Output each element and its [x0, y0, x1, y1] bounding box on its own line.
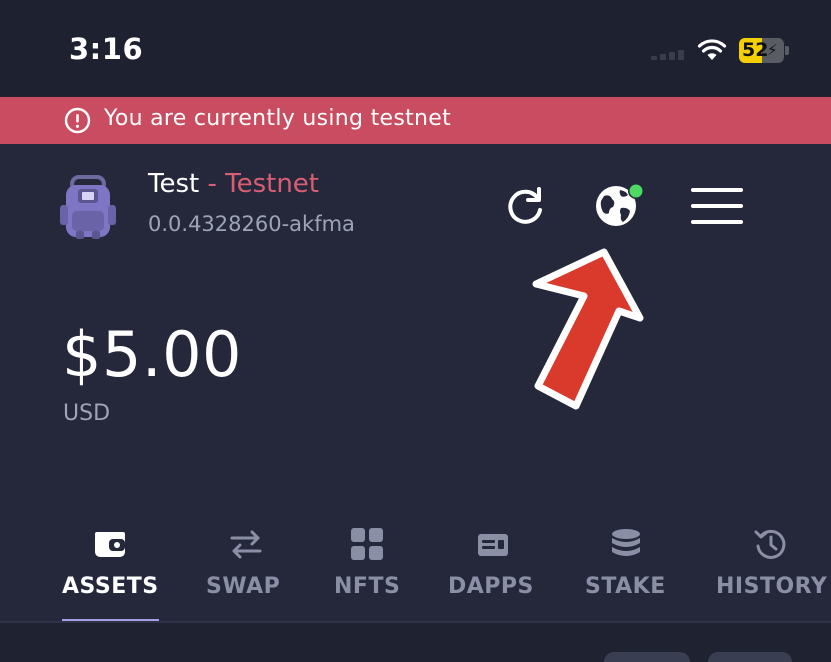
- tab-history[interactable]: HISTORY: [716, 522, 831, 622]
- balance-amount: $5.00: [62, 318, 242, 391]
- online-status-dot: [629, 184, 643, 198]
- account-network-separator: -: [199, 169, 226, 199]
- assets-list-area: [0, 623, 831, 662]
- annotation-arrow: [532, 248, 644, 410]
- tab-label-swap: SWAP: [206, 574, 281, 599]
- tab-swap[interactable]: SWAP: [206, 522, 286, 622]
- refresh-icon[interactable]: [503, 184, 547, 228]
- tab-label-dapps: DAPPS: [448, 574, 534, 599]
- account-name[interactable]: Test - Testnet: [148, 169, 319, 199]
- account-network: Testnet: [225, 169, 319, 199]
- account-id[interactable]: 0.0.4328260-akfma: [148, 212, 355, 236]
- tab-label-nfts: NFTS: [334, 574, 401, 599]
- hamburger-menu-icon[interactable]: [690, 186, 744, 226]
- alert-circle-icon: [64, 107, 91, 134]
- backpack-avatar-icon[interactable]: [58, 175, 118, 241]
- testnet-banner: You are currently using testnet: [0, 97, 831, 144]
- grid-icon: [351, 528, 383, 560]
- history-icon: [754, 529, 786, 559]
- tab-stake[interactable]: STAKE: [585, 522, 667, 622]
- cellular-signal-icon: [651, 50, 687, 60]
- swap-arrows-icon: [230, 530, 262, 559]
- battery-icon: 52 ⚡: [739, 38, 789, 63]
- status-time: 3:16: [69, 32, 144, 66]
- tab-label-assets: ASSETS: [62, 574, 159, 599]
- tab-nfts[interactable]: NFTS: [334, 522, 400, 622]
- filter-chip[interactable]: [708, 652, 792, 662]
- app-screen: 3:16 52 ⚡ You are currently using testne…: [0, 0, 831, 662]
- account-label: Test: [148, 169, 200, 199]
- wifi-icon: [697, 39, 727, 60]
- coin-stack-icon: [612, 529, 640, 556]
- tab-dapps[interactable]: DAPPS: [448, 522, 538, 622]
- dapp-card-icon: [478, 534, 508, 556]
- status-bar: 3:16 52 ⚡: [0, 0, 831, 97]
- testnet-banner-text: You are currently using testnet: [104, 106, 452, 131]
- tab-label-stake: STAKE: [585, 574, 666, 599]
- filter-chip[interactable]: [604, 652, 690, 662]
- globe-icon[interactable]: [594, 182, 646, 230]
- battery-level: 52: [742, 39, 769, 61]
- tab-assets[interactable]: ASSETS: [62, 522, 159, 622]
- wallet-icon: [95, 532, 125, 557]
- tab-label-history: HISTORY: [716, 574, 828, 599]
- charging-bolt-icon: ⚡: [767, 41, 778, 59]
- balance-currency[interactable]: USD: [63, 401, 110, 426]
